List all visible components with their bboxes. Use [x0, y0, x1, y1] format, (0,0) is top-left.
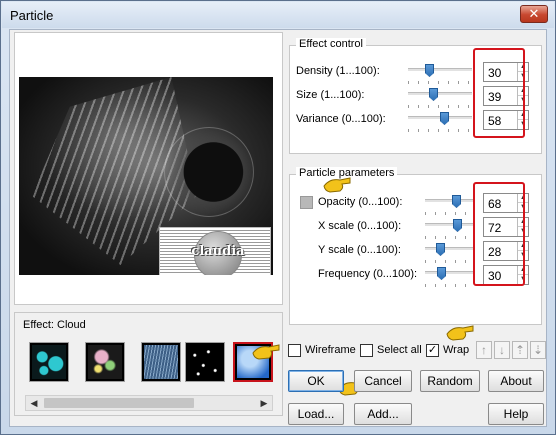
arrow-bottom-icon: ⇣ [532, 343, 544, 357]
effect-control-label: Size (1...100): [296, 89, 365, 101]
slider-ticks [408, 129, 472, 132]
particle-parameters-highlight [473, 182, 525, 286]
slider-ticks [425, 212, 473, 215]
load-button[interactable]: Load... [288, 403, 344, 425]
effect-control-label: Density (1...100): [296, 65, 380, 77]
cancel-button[interactable]: Cancel [354, 370, 412, 392]
slider-ticks [425, 284, 473, 287]
sparkles-thumbnail[interactable] [85, 342, 125, 382]
select-all-checkbox[interactable]: Select all [360, 344, 430, 360]
particle-parameters-label: Y scale (0...100): [318, 244, 401, 256]
watermark-logo: claudia [159, 227, 271, 275]
particle-dialog: Particle ✕ claudia Effect: Cloud ◀ ▶ Eff… [0, 0, 556, 435]
orb-shape [164, 127, 254, 217]
pointer-hand-icon [323, 177, 351, 193]
wrap-box[interactable]: ✓ [426, 344, 439, 357]
wrap-checkbox[interactable]: ✓ Wrap [426, 344, 476, 360]
move-top-button[interactable]: ⇡ [512, 341, 528, 359]
particle-parameters-label: Opacity (0...100): [318, 196, 403, 208]
watermark-text: claudia [191, 244, 245, 259]
particle-parameters-slider[interactable] [425, 219, 473, 239]
effect-label: Effect: Cloud [23, 319, 86, 331]
effect-control-slider[interactable] [408, 64, 472, 84]
preview-image: claudia [19, 77, 273, 275]
slider-thumb[interactable] [436, 243, 445, 256]
particle-parameters-slider[interactable] [425, 267, 473, 287]
select-all-label: Select all [377, 344, 422, 356]
wireframe-label: Wireframe [305, 344, 356, 356]
slider-ticks [425, 260, 473, 263]
particle-parameters-label: Frequency (0...100): [318, 268, 418, 280]
effect-control-slider[interactable] [408, 112, 472, 132]
arrow-top-icon: ⇡ [514, 343, 526, 357]
slider-ticks [425, 236, 473, 239]
pointer-hand-icon [252, 344, 280, 360]
arrow-up-icon: ↑ [481, 343, 487, 357]
wrap-label: Wrap [443, 344, 470, 356]
effect-control-slider[interactable] [408, 88, 472, 108]
help-button[interactable]: Help [488, 403, 544, 425]
title-bar[interactable]: Particle ✕ [2, 2, 554, 28]
add-button[interactable]: Add... [354, 403, 412, 425]
select-all-box[interactable] [360, 344, 373, 357]
bubbles-thumbnail[interactable] [29, 342, 69, 382]
snow-thumbnail[interactable] [185, 342, 225, 382]
effect-group: Effect: Cloud ◀ ▶ [14, 312, 283, 416]
slider-thumb[interactable] [453, 219, 462, 232]
sparkles-thumbnail-image [88, 345, 122, 379]
close-button[interactable]: ✕ [520, 5, 548, 23]
effect-control-title: Effect control [296, 38, 366, 50]
particle-parameters-slider[interactable] [425, 243, 473, 263]
dialog-body: claudia Effect: Cloud ◀ ▶ Effect control… [9, 29, 547, 427]
rain-thumbnail[interactable] [141, 342, 181, 382]
move-down-button[interactable]: ↓ [494, 341, 510, 359]
effect-scrollbar[interactable]: ◀ ▶ [25, 395, 273, 411]
wireframe-box[interactable] [288, 344, 301, 357]
slider-ticks [408, 81, 472, 84]
rain-thumbnail-image [144, 345, 178, 379]
arrow-down-icon: ↓ [499, 343, 505, 357]
preview-panel: claudia [14, 32, 283, 305]
random-button[interactable]: Random [420, 370, 480, 392]
effect-control-label: Variance (0...100): [296, 113, 386, 125]
slider-thumb[interactable] [429, 88, 438, 101]
slider-thumb[interactable] [437, 267, 446, 280]
wireframe-checkbox[interactable]: Wireframe [288, 344, 358, 360]
window-title: Particle [10, 8, 54, 23]
slider-thumb[interactable] [425, 64, 434, 77]
particle-parameters-slider[interactable] [425, 195, 473, 215]
slider-thumb[interactable] [452, 195, 461, 208]
effect-control-highlight [473, 48, 525, 138]
move-up-button[interactable]: ↑ [476, 341, 492, 359]
move-bottom-button[interactable]: ⇣ [530, 341, 546, 359]
about-button[interactable]: About [488, 370, 544, 392]
close-icon: ✕ [528, 6, 540, 21]
particle-parameters-label: X scale (0...100): [318, 220, 402, 232]
scroll-left-icon[interactable]: ◀ [26, 396, 42, 410]
snow-thumbnail-image [188, 345, 222, 379]
ok-button[interactable]: OK [288, 370, 344, 392]
slider-ticks [408, 105, 472, 108]
pointer-hand-icon [446, 325, 474, 341]
scroll-right-icon[interactable]: ▶ [256, 396, 272, 410]
bubbles-thumbnail-image [32, 345, 66, 379]
slider-thumb[interactable] [440, 112, 449, 125]
scrollbar-thumb[interactable] [44, 398, 194, 408]
